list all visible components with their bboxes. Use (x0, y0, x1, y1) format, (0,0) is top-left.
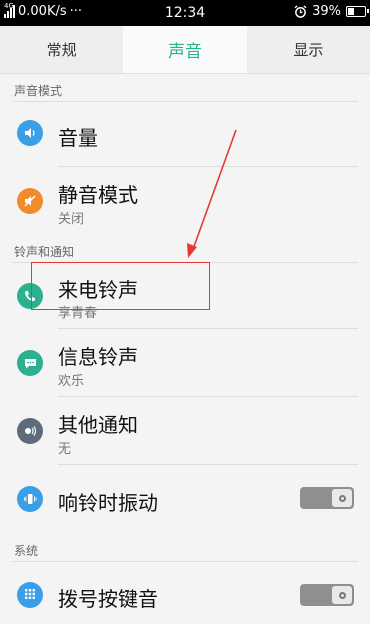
vibrate-on-ring-title: 响铃时振动 (58, 491, 158, 515)
alarm-icon (294, 5, 307, 18)
toggle-knob (332, 586, 352, 604)
list-item-message-ringtone[interactable]: 信息铃声 欢乐 (0, 329, 370, 396)
section-system: 系统 (14, 544, 39, 558)
status-right: 39% (294, 4, 369, 19)
list-item-dial-keypad-tone[interactable]: 拨号按键音 (0, 562, 370, 624)
message-ringtone-title: 信息铃声 (58, 345, 138, 369)
other-notifications-value: 无 (58, 442, 72, 457)
section-sound-mode: 声音模式 (14, 84, 63, 98)
notification-sound-icon (17, 418, 43, 444)
silent-mode-value: 关闭 (58, 212, 85, 227)
list-item-silent-mode[interactable]: 静音模式 关闭 (0, 167, 370, 234)
tab-general[interactable]: 常规 (0, 26, 123, 73)
volume-title: 音量 (58, 126, 98, 150)
list-item-vibrate-on-ring[interactable]: 响铃时振动 (0, 465, 370, 532)
list-item-other-notifications[interactable]: 其他通知 无 (0, 397, 370, 464)
tab-bar: 常规 声音 显示 (0, 26, 370, 74)
dial-keypad-toggle[interactable] (300, 584, 354, 606)
battery-percent: 39% (312, 4, 341, 19)
section-ringtones: 铃声和通知 (14, 245, 75, 259)
mute-icon (17, 188, 43, 214)
battery-icon (346, 6, 369, 17)
message-ringtone-value: 欢乐 (58, 374, 85, 389)
tab-sound[interactable]: 声音 (123, 26, 247, 73)
volume-icon (17, 120, 43, 146)
list-item-volume[interactable]: 音量 (0, 102, 370, 166)
vibrate-toggle[interactable] (300, 487, 354, 509)
annotation-highlight-box (31, 262, 210, 310)
toggle-knob (332, 489, 352, 507)
silent-mode-title: 静音模式 (58, 183, 138, 207)
vibrate-icon (17, 486, 43, 512)
message-icon (17, 350, 43, 376)
status-bar: 4G 0.00K/s ··· 12:34 39% (0, 0, 370, 26)
tab-display[interactable]: 显示 (247, 26, 370, 73)
battery-level (348, 8, 354, 15)
keypad-icon (17, 582, 43, 608)
dial-keypad-tone-title: 拨号按键音 (58, 587, 158, 611)
other-notifications-title: 其他通知 (58, 413, 138, 437)
